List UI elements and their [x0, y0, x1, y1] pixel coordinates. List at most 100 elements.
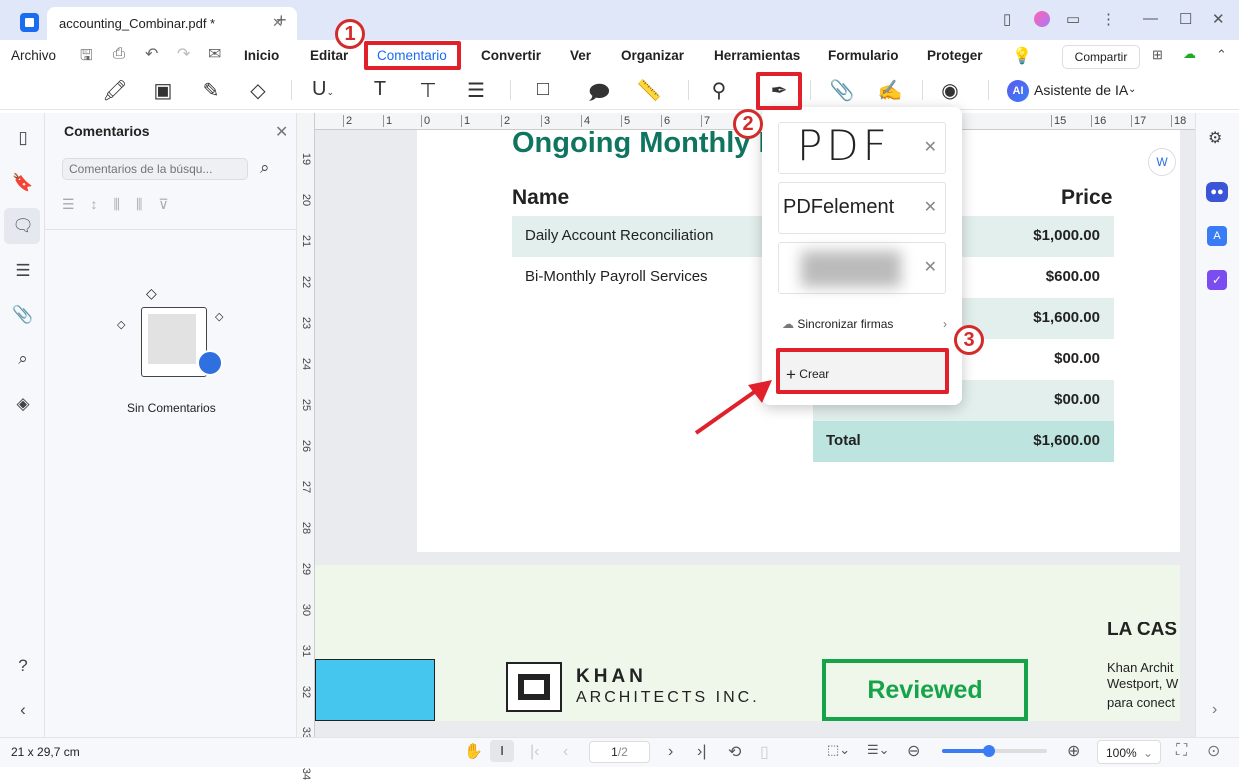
feedback-icon[interactable]: ▭: [1066, 10, 1080, 28]
attachment-rail-icon[interactable]: 📎: [12, 305, 34, 325]
signature-item[interactable]: PDFelement ✕: [778, 182, 946, 234]
textbox-icon[interactable]: ⊤: [415, 78, 441, 103]
mobile-icon[interactable]: ▯: [1003, 10, 1011, 28]
page-icon[interactable]: ▯: [12, 128, 34, 148]
reviewed-stamp[interactable]: Reviewed: [822, 659, 1028, 721]
rotate-icon[interactable]: ⟲: [728, 742, 741, 762]
ai-assistant-button[interactable]: Asistente de IA: [1034, 82, 1128, 98]
extract-icon[interactable]: ▯: [760, 742, 769, 762]
minimize-icon[interactable]: —: [1143, 10, 1158, 27]
fit-icon[interactable]: ⬚⌄: [827, 742, 850, 758]
bookmark-icon[interactable]: 🔖: [12, 173, 34, 193]
close-panel-icon[interactable]: ✕: [275, 122, 288, 142]
search-rail-icon[interactable]: ⌕: [12, 349, 34, 369]
ruler-tick: 21: [300, 234, 313, 248]
page-number-input[interactable]: 1/2: [589, 741, 650, 763]
ruler-tick: 5: [621, 115, 630, 127]
sparkle-icon: ◇: [146, 285, 157, 301]
layers-icon[interactable]: ◈: [12, 394, 34, 414]
highlight-icon[interactable]: 🖍: [102, 78, 128, 103]
zoom-slider[interactable]: [942, 745, 1047, 757]
delete-signature-icon[interactable]: ✕: [924, 257, 937, 277]
zoom-out-icon[interactable]: ⊖: [907, 741, 920, 761]
fields-icon[interactable]: ☰: [12, 261, 34, 281]
convert-to-word-icon[interactable]: W: [1148, 148, 1176, 176]
menu-organizar[interactable]: Organizar: [621, 48, 684, 63]
sparkle-icon: ◇: [215, 311, 224, 323]
signature-item[interactable]: PDF ✕: [778, 121, 946, 174]
document-tab[interactable]: accounting_Combinar.pdf * ✕: [47, 7, 297, 40]
menu-archivo[interactable]: Archivo: [11, 48, 56, 63]
delete-signature-icon[interactable]: ✕: [924, 137, 937, 157]
last-page-icon[interactable]: ›|: [697, 743, 706, 761]
ai-bot-icon[interactable]: ●●: [1206, 182, 1228, 202]
column-header-name: Name: [512, 186, 570, 209]
first-page-icon[interactable]: |‹: [530, 743, 539, 761]
menu-convertir[interactable]: Convertir: [481, 48, 541, 63]
stamp-icon[interactable]: ⚲: [706, 78, 732, 103]
logo-subtitle: ARCHITECTS INC.: [576, 689, 760, 706]
eraser-icon[interactable]: ◇: [245, 78, 271, 103]
attachment-icon[interactable]: 📎: [829, 78, 855, 103]
menu-herramientas[interactable]: Herramientas: [714, 48, 800, 63]
menu-inicio[interactable]: Inicio: [244, 48, 279, 63]
logo-name: KHAN: [576, 666, 647, 687]
page2-heading: LA CAS: [1107, 622, 1178, 640]
callout-icon[interactable]: ☰: [463, 78, 489, 103]
translate-icon[interactable]: A: [1207, 226, 1227, 246]
close-window-icon[interactable]: ✕: [1212, 10, 1225, 28]
lightbulb-icon[interactable]: 💡: [1012, 46, 1032, 66]
undo-icon[interactable]: ↶: [145, 44, 158, 64]
properties-icon[interactable]: ⚙: [1208, 128, 1222, 148]
signature-drawing: PDF: [797, 121, 891, 170]
sync-signatures-item[interactable]: ☁ Sincronizar firmas ›: [782, 317, 947, 331]
collapse-ribbon-icon[interactable]: ⌃: [1216, 47, 1227, 63]
menu-editar[interactable]: Editar: [310, 48, 348, 63]
redo-icon[interactable]: ↷: [177, 44, 190, 64]
share-button[interactable]: Compartir: [1062, 45, 1140, 69]
expand-right-icon[interactable]: ›: [1212, 701, 1217, 719]
cloud-sync-icon[interactable]: ☁: [1183, 46, 1196, 62]
signature-item[interactable]: ✕: [778, 242, 946, 294]
comment-icon[interactable]: 🗨: [12, 216, 34, 236]
hand-tool-icon[interactable]: ✋: [464, 742, 483, 760]
next-page-icon[interactable]: ›: [668, 743, 673, 761]
comments-search-input[interactable]: [62, 158, 248, 180]
more-icon[interactable]: ⋮: [1101, 10, 1116, 28]
page-layout-icon[interactable]: ☰⌄: [867, 742, 890, 758]
search-icon[interactable]: ⌕: [260, 158, 270, 178]
mail-icon[interactable]: ✉: [208, 44, 221, 64]
new-tab-icon[interactable]: +: [276, 10, 287, 31]
prev-page-icon[interactable]: ‹: [563, 743, 568, 761]
ai-icon[interactable]: AI: [1007, 80, 1029, 102]
area-highlight-icon[interactable]: ▣: [150, 78, 176, 103]
collapse-left-icon[interactable]: ‹: [12, 700, 34, 720]
menu-proteger[interactable]: Proteger: [927, 48, 983, 63]
fullscreen-icon[interactable]: ⛶: [1176, 742, 1187, 760]
select-tool-icon[interactable]: I: [490, 740, 514, 762]
underline-icon[interactable]: U⌄: [310, 78, 336, 101]
menu-formulario[interactable]: Formulario: [828, 48, 899, 63]
help-icon[interactable]: ?: [12, 656, 34, 676]
print-icon[interactable]: ⎙: [113, 45, 125, 62]
text-icon[interactable]: T: [367, 78, 393, 101]
sign-form-icon[interactable]: ✍: [877, 78, 903, 103]
eye-icon[interactable]: ◉: [937, 78, 963, 103]
checklist-icon[interactable]: ✓: [1207, 270, 1227, 290]
chevron-down-icon[interactable]: ⌄: [1128, 84, 1136, 95]
maximize-icon[interactable]: ☐: [1179, 10, 1192, 28]
scroll-down-icon[interactable]: ⊙: [1207, 741, 1220, 761]
ruler-tick: 34: [300, 767, 313, 780]
pencil-icon[interactable]: ✎: [198, 78, 224, 103]
save-icon[interactable]: 🖫: [80, 45, 93, 70]
note-icon[interactable]: 🗩: [586, 78, 612, 112]
sort-filter-icons[interactable]: ☰↕⫼⫼⊽: [62, 196, 185, 213]
zoom-in-icon[interactable]: ⊕: [1067, 741, 1080, 761]
zoom-select[interactable]: 100% ⌄: [1097, 740, 1161, 764]
measure-icon[interactable]: 📏: [636, 78, 662, 103]
delete-signature-icon[interactable]: ✕: [924, 197, 937, 217]
org-chart-icon[interactable]: ⊞: [1152, 47, 1163, 63]
avatar[interactable]: [1034, 11, 1050, 27]
shape-icon[interactable]: □: [530, 78, 556, 101]
menu-ver[interactable]: Ver: [570, 48, 591, 63]
